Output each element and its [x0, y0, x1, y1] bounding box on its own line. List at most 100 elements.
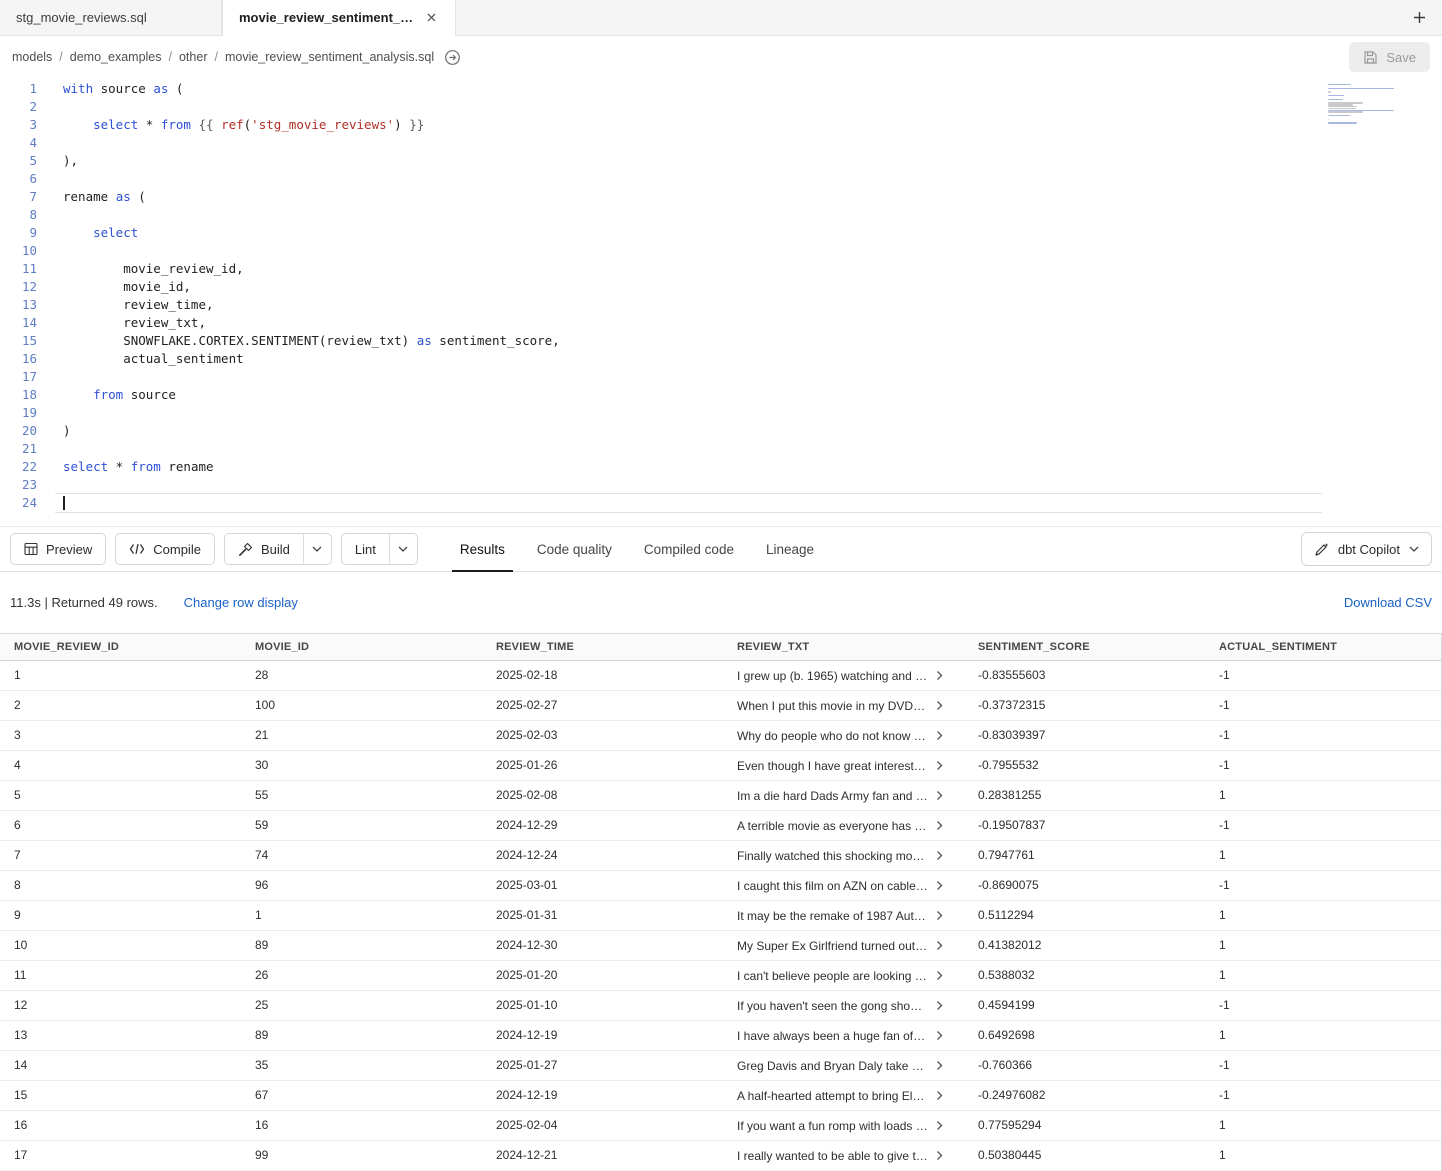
expand-review-icon[interactable]: [936, 1150, 943, 1161]
minimap-line: [1328, 108, 1356, 109]
expand-review-icon[interactable]: [936, 880, 943, 891]
breadcrumb-segment[interactable]: models: [12, 50, 52, 64]
code-line[interactable]: 17: [0, 368, 1442, 386]
table-row[interactable]: 15672024-12-19A half-hearted attempt to …: [0, 1081, 1441, 1111]
table-row[interactable]: 7742024-12-24Finally watched this shocki…: [0, 841, 1441, 871]
build-button-group: Build: [224, 533, 332, 565]
tab-close-icon[interactable]: [423, 10, 439, 26]
file-tab[interactable]: movie_review_sentiment_…: [222, 0, 456, 35]
cell-movie-id: 35: [241, 1051, 482, 1080]
lint-dropdown-chevron[interactable]: [389, 534, 417, 564]
review-text: I can't believe people are looking for a…: [737, 969, 928, 983]
result-tab-compiled-code[interactable]: Compiled code: [628, 526, 750, 572]
chevron-down-icon: [398, 546, 408, 552]
code-line[interactable]: 5),: [0, 152, 1442, 170]
code-line[interactable]: 15 SNOWFLAKE.CORTEX.SENTIMENT(review_txt…: [0, 332, 1442, 350]
table-row[interactable]: 17992024-12-21I really wanted to be able…: [0, 1141, 1441, 1171]
code-line[interactable]: 11 movie_review_id,: [0, 260, 1442, 278]
expand-review-icon[interactable]: [936, 700, 943, 711]
breadcrumb-segment[interactable]: movie_review_sentiment_analysis.sql: [225, 50, 434, 64]
code-line[interactable]: 12 movie_id,: [0, 278, 1442, 296]
change-row-display-link[interactable]: Change row display: [184, 595, 298, 610]
table-row[interactable]: 12252025-01-10If you haven't seen the go…: [0, 991, 1441, 1021]
code-line[interactable]: 2: [0, 98, 1442, 116]
code-line[interactable]: 8: [0, 206, 1442, 224]
cell-review-txt: Even though I have great interest in Bi…: [723, 751, 964, 780]
code-line[interactable]: 6: [0, 170, 1442, 188]
table-row[interactable]: 8962025-03-01I caught this film on AZN o…: [0, 871, 1441, 901]
expand-review-icon[interactable]: [936, 1120, 943, 1131]
table-row[interactable]: 1282025-02-18I grew up (b. 1965) watchin…: [0, 661, 1441, 691]
table-row[interactable]: 3212025-02-03Why do people who do not kn…: [0, 721, 1441, 751]
result-tab-code-quality[interactable]: Code quality: [521, 526, 628, 572]
copy-file-name-icon[interactable]: [444, 49, 461, 66]
build-button[interactable]: Build: [225, 534, 303, 564]
code-line[interactable]: 20): [0, 422, 1442, 440]
table-row[interactable]: 16162025-02-04If you want a fun romp wit…: [0, 1111, 1441, 1141]
code-line[interactable]: 7rename as (: [0, 188, 1442, 206]
expand-review-icon[interactable]: [936, 820, 943, 831]
expand-review-icon[interactable]: [936, 910, 943, 921]
column-header-review-time[interactable]: REVIEW_TIME: [482, 634, 723, 660]
code-line[interactable]: 3 select * from {{ ref('stg_movie_review…: [0, 116, 1442, 134]
column-header-actual-sentiment[interactable]: ACTUAL_SENTIMENT: [1205, 634, 1442, 660]
code-line[interactable]: 9 select: [0, 224, 1442, 242]
table-row[interactable]: 5552025-02-08Im a die hard Dads Army fan…: [0, 781, 1441, 811]
expand-review-icon[interactable]: [936, 730, 943, 741]
cell-movie-id: 28: [241, 661, 482, 690]
code-line[interactable]: 13 review_time,: [0, 296, 1442, 314]
download-csv-link[interactable]: Download CSV: [1344, 595, 1432, 610]
new-tab-button[interactable]: [1406, 5, 1432, 31]
table-row[interactable]: 14352025-01-27Greg Davis and Bryan Daly …: [0, 1051, 1441, 1081]
code-line[interactable]: 19: [0, 404, 1442, 422]
code-text: SNOWFLAKE.CORTEX.SENTIMENT(review_txt) a…: [37, 332, 560, 350]
column-header-review-txt[interactable]: REVIEW_TXT: [723, 634, 964, 660]
compile-button[interactable]: Compile: [115, 533, 215, 565]
code-line[interactable]: 10: [0, 242, 1442, 260]
breadcrumb-segment[interactable]: demo_examples: [70, 50, 162, 64]
code-line[interactable]: 22select * from rename: [0, 458, 1442, 476]
expand-review-icon[interactable]: [936, 1030, 943, 1041]
expand-review-icon[interactable]: [936, 1090, 943, 1101]
table-row[interactable]: 4302025-01-26Even though I have great in…: [0, 751, 1441, 781]
code-editor[interactable]: 1with source as (23 select * from {{ ref…: [0, 78, 1442, 526]
lint-button[interactable]: Lint: [342, 534, 389, 564]
code-line[interactable]: 18 from source: [0, 386, 1442, 404]
code-line[interactable]: 4: [0, 134, 1442, 152]
review-text: Why do people who do not know what…: [737, 729, 928, 743]
code-line[interactable]: 16 actual_sentiment: [0, 350, 1442, 368]
column-header-movie-review-id[interactable]: MOVIE_REVIEW_ID: [0, 634, 241, 660]
code-line[interactable]: 21: [0, 440, 1442, 458]
table-row[interactable]: 6592024-12-29A terrible movie as everyon…: [0, 811, 1441, 841]
expand-review-icon[interactable]: [936, 1060, 943, 1071]
table-row[interactable]: 912025-01-31It may be the remake of 1987…: [0, 901, 1441, 931]
code-line[interactable]: 24: [0, 494, 1442, 512]
breadcrumb-segment[interactable]: other: [179, 50, 208, 64]
expand-review-icon[interactable]: [936, 850, 943, 861]
table-row[interactable]: 10892024-12-30My Super Ex Girlfriend tur…: [0, 931, 1441, 961]
expand-review-icon[interactable]: [936, 940, 943, 951]
dbt-copilot-button[interactable]: dbt Copilot: [1301, 532, 1432, 566]
build-dropdown-chevron[interactable]: [303, 534, 331, 564]
expand-review-icon[interactable]: [936, 760, 943, 771]
minimap[interactable]: [1328, 84, 1398, 127]
column-header-movie-id[interactable]: MOVIE_ID: [241, 634, 482, 660]
save-button[interactable]: Save: [1349, 42, 1430, 72]
table-row[interactable]: 13892024-12-19I have always been a huge …: [0, 1021, 1441, 1051]
code-line[interactable]: 1with source as (: [0, 80, 1442, 98]
code-text: with source as (: [37, 80, 183, 98]
result-tab-lineage[interactable]: Lineage: [750, 526, 830, 572]
preview-button[interactable]: Preview: [10, 533, 106, 565]
result-tab-results[interactable]: Results: [444, 526, 521, 572]
expand-review-icon[interactable]: [936, 670, 943, 681]
cell-review-time: 2025-01-10: [482, 991, 723, 1020]
table-row[interactable]: 21002025-02-27When I put this movie in m…: [0, 691, 1441, 721]
file-tab[interactable]: stg_movie_reviews.sql: [0, 0, 222, 35]
code-line[interactable]: 14 review_txt,: [0, 314, 1442, 332]
expand-review-icon[interactable]: [936, 790, 943, 801]
expand-review-icon[interactable]: [936, 1000, 943, 1011]
table-row[interactable]: 11262025-01-20I can't believe people are…: [0, 961, 1441, 991]
code-line[interactable]: 23: [0, 476, 1442, 494]
column-header-sentiment-score[interactable]: SENTIMENT_SCORE: [964, 634, 1205, 660]
expand-review-icon[interactable]: [936, 970, 943, 981]
